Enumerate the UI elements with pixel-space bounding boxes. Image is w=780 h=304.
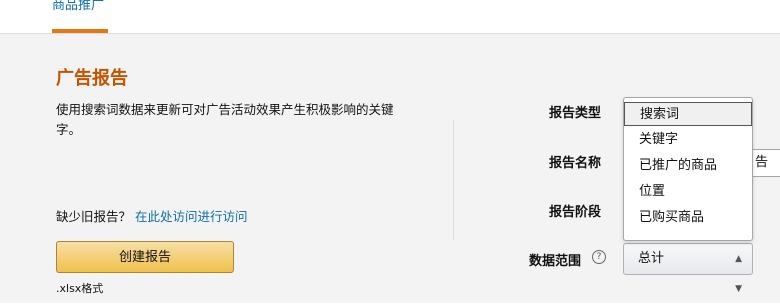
missing-report-note: 缺少旧报告？ 在此处访问进行访问 [56, 206, 248, 225]
active-tab-indicator [52, 29, 108, 33]
data-range-select[interactable]: 总计 ▲ ▼ [623, 243, 753, 294]
dropdown-option-placement[interactable]: 位置 [624, 180, 752, 204]
create-report-button[interactable]: 创建报告 [56, 241, 234, 273]
dropdown-option-purchased-product[interactable]: 已购买商品 [624, 206, 752, 230]
missing-report-text: 缺少旧报告？ [56, 209, 132, 224]
report-name-input[interactable]: 告 [752, 149, 780, 177]
top-tab-bar: 商品推广 [0, 0, 780, 34]
report-name-label: 报告名称 [549, 156, 602, 171]
data-range-label: 数据范围 [529, 254, 582, 269]
format-note: .xlsx格式 [56, 282, 104, 295]
report-stage-label: 报告阶段 [549, 205, 602, 220]
select-arrows-icon: ▲ ▼ [735, 254, 742, 294]
dropdown-option-keyword[interactable]: 关键字 [624, 128, 752, 152]
report-panel: 广告报告 使用搜索词数据来更新可对广告活动效果产生积极影响的关键字。 缺少旧报告… [0, 34, 780, 303]
section-description: 使用搜索词数据来更新可对广告活动效果产生积极影响的关键字。 [56, 102, 394, 137]
tab-sponsored-products[interactable]: 商品推广 [52, 0, 104, 13]
question-circle-icon[interactable]: ? [592, 250, 606, 264]
access-old-reports-link[interactable]: 在此处访问进行访问 [135, 209, 248, 224]
report-type-dropdown[interactable]: 搜索词 关键字 已推广的商品 位置 已购买商品 [623, 97, 753, 241]
dropdown-option-advertised-product[interactable]: 已推广的商品 [624, 154, 752, 178]
data-range-value: 总计 [638, 251, 665, 266]
vertical-divider [453, 120, 454, 240]
dropdown-option-search-term[interactable]: 搜索词 [624, 102, 752, 126]
section-title: 广告报告 [56, 68, 128, 89]
report-type-label: 报告类型 [549, 106, 602, 121]
